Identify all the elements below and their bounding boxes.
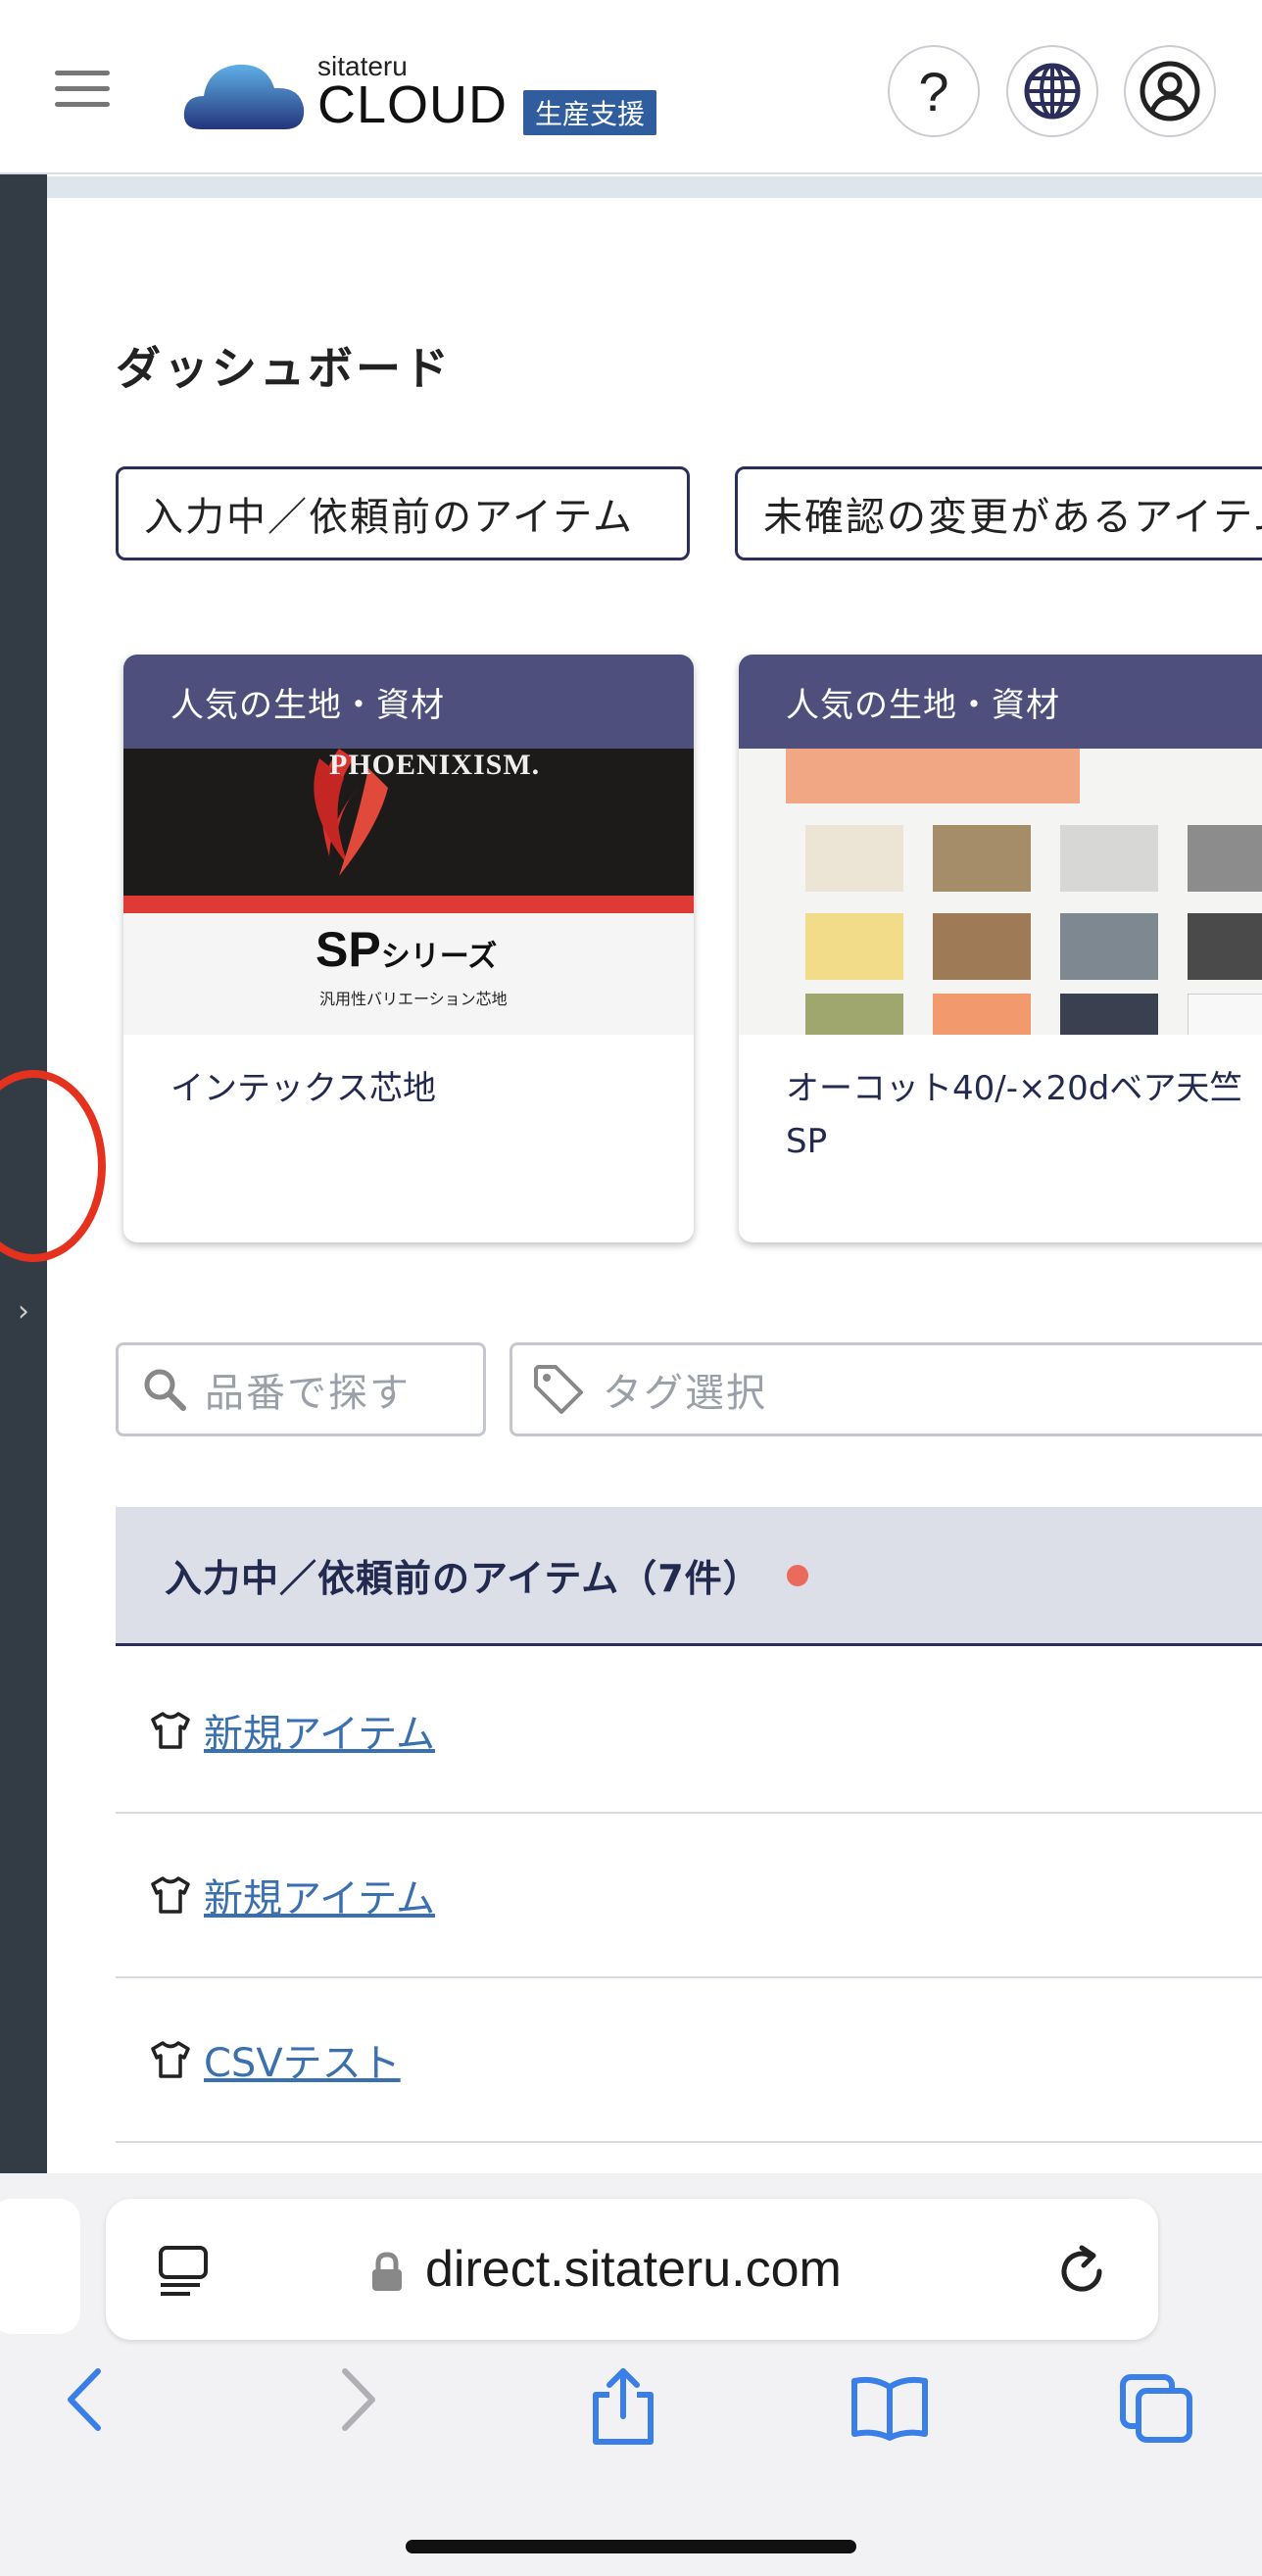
part-number-search-input[interactable]: 品番で探す: [116, 1342, 486, 1436]
filter-button-unconfirmed[interactable]: 未確認の変更があるアイテム: [735, 466, 1262, 560]
top-band: [47, 176, 1262, 198]
status-dot: [786, 1564, 808, 1586]
tag-select-input[interactable]: タグ選択: [510, 1342, 1262, 1436]
address-bar[interactable]: direct.sitateru.com: [106, 2199, 1158, 2340]
globe-icon: [1024, 63, 1081, 120]
material-image: [739, 749, 1262, 1035]
table-title: 入力中／依頼前のアイテム（7件）: [165, 1557, 761, 1600]
bookmarks-icon[interactable]: [849, 2373, 931, 2442]
help-button[interactable]: ?: [888, 45, 980, 137]
language-button[interactable]: [1006, 45, 1098, 137]
image-title-suffix: シリーズ: [380, 941, 498, 973]
back-icon[interactable]: [61, 2365, 110, 2434]
tag-icon: [534, 1365, 583, 1414]
item-link[interactable]: 新規アイテム: [204, 1702, 435, 1759]
page-title: ダッシュボード: [116, 342, 452, 395]
logo[interactable]: sitateru CLOUD 生産支援: [182, 49, 672, 137]
image-subtitle-text: 汎用性バリエーション芯地: [319, 990, 508, 1008]
material-image: PHOENIXISM. SPシリーズ 汎用性バリエーション芯地: [123, 749, 694, 1035]
card-header: 人気の生地・資材: [739, 655, 1262, 749]
help-icon: ?: [918, 60, 949, 122]
account-button[interactable]: [1124, 45, 1216, 137]
url-text: direct.sitateru.com: [425, 2241, 842, 2298]
browser-toolbar: direct.sitateru.com: [0, 2173, 1262, 2576]
reader-icon[interactable]: [155, 2242, 212, 2299]
tag-placeholder: タグ選択: [603, 1371, 767, 1416]
table-row: CSVテスト: [116, 1978, 1262, 2143]
search-icon: [144, 1369, 186, 1411]
app-header: sitateru CLOUD 生産支援 ?: [0, 0, 1262, 174]
menu-icon[interactable]: [55, 71, 110, 114]
previous-tab[interactable]: [0, 2199, 80, 2334]
filter-button-drafting[interactable]: 入力中／依頼前のアイテム: [116, 466, 690, 560]
chevron-right-icon: ›: [18, 1293, 29, 1329]
share-icon[interactable]: [586, 2365, 660, 2448]
item-link[interactable]: CSVテスト: [204, 2031, 401, 2088]
item-link[interactable]: 新規アイテム: [204, 1867, 435, 1923]
image-brand-text: PHOENIXISM.: [329, 749, 541, 781]
items-table-header: 入力中／依頼前のアイテム（7件）: [116, 1507, 1262, 1646]
user-icon: [1140, 61, 1200, 122]
search-placeholder: 品番で探す: [205, 1371, 411, 1416]
image-title-main: SP: [316, 922, 381, 977]
material-card[interactable]: 人気の生地・資材 PHOENIXISM. SPシリーズ 汎用性バリエーション芯地…: [123, 655, 694, 1242]
reload-icon[interactable]: [1052, 2242, 1111, 2301]
forward-icon[interactable]: [333, 2365, 382, 2434]
cloud-logo-icon: [183, 64, 305, 129]
sidebar-toggle-button[interactable]: ›: [0, 1252, 47, 1370]
card-name: インテックス芯地: [170, 1069, 436, 1108]
tabs-icon[interactable]: [1117, 2371, 1195, 2446]
annotation-circle: [0, 1070, 106, 1262]
card-header: 人気の生地・資材: [123, 655, 694, 749]
shirt-icon: [151, 1876, 190, 1914]
image-title-text: SPシリーズ: [316, 921, 497, 978]
shirt-icon: [151, 2041, 190, 2078]
card-name: オーコット40/-×20dベア天竺SP: [786, 1069, 1243, 1161]
home-indicator: [406, 2540, 856, 2553]
table-row: 新規アイテム: [116, 1649, 1262, 1814]
brand-big: CLOUD: [317, 75, 509, 134]
shirt-icon: [151, 1712, 190, 1749]
brand-tag: 生産支援: [523, 90, 657, 135]
table-row: 新規アイテム: [116, 1814, 1262, 1978]
material-card[interactable]: 人気の生地・資材 オーコット40/-×20dベア天竺SP: [739, 655, 1262, 1242]
lock-icon: [372, 2252, 402, 2291]
